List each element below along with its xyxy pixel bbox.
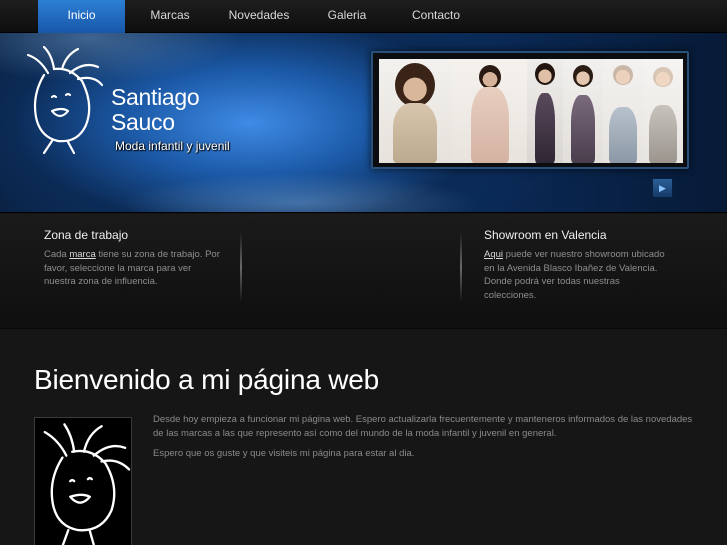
work-zone-title: Zona de trabajo: [44, 228, 129, 242]
brand-name-line1: Santiago: [111, 84, 200, 110]
gallery-photo[interactable]: [379, 59, 451, 163]
info-strip: Zona de trabajo Cada marca tiene su zona…: [0, 214, 727, 329]
gallery-slideshow[interactable]: [371, 51, 689, 169]
divider: [240, 232, 242, 302]
nav-item-marcas[interactable]: Marcas: [130, 0, 210, 33]
gallery-photos: [379, 59, 683, 163]
gallery-photo[interactable]: [603, 59, 643, 163]
portrait-image: [34, 417, 132, 545]
intro-paragraph-2: Espero que os guste y que visiteis mi pá…: [153, 448, 415, 459]
work-zone-text-before: Cada: [44, 249, 70, 260]
brand-name-line2: Sauco: [111, 109, 175, 135]
child-drawing-icon: [43, 423, 131, 545]
gallery-photo[interactable]: [527, 59, 563, 163]
showroom-text: Aqui puede ver nuestro showroom ubicado …: [484, 248, 666, 302]
work-zone-text: Cada marca tiene su zona de trabajo. Por…: [44, 248, 224, 289]
main-nav: Inicio Marcas Novedades Galeria Contacto: [0, 0, 727, 33]
gallery-photo[interactable]: [643, 59, 683, 163]
intro-text: Desde hoy empieza a funcionar mi página …: [153, 413, 698, 467]
light-streak: [120, 173, 480, 212]
gallery-photo[interactable]: [451, 59, 527, 163]
divider: [460, 232, 462, 302]
brand-tagline: Moda infantil y juvenil: [115, 139, 230, 153]
nav-item-inicio[interactable]: Inicio: [38, 0, 125, 33]
child-drawing-icon[interactable]: [22, 45, 104, 155]
nav-item-novedades[interactable]: Novedades: [215, 0, 303, 33]
nav-item-contacto[interactable]: Contacto: [390, 0, 482, 33]
showroom-text-after: puede ver nuestro showroom ubicado en la…: [484, 249, 665, 301]
nav-item-galeria[interactable]: Galeria: [310, 0, 384, 33]
intro-paragraph-1: Desde hoy empieza a funcionar mi página …: [153, 414, 693, 439]
aqui-link[interactable]: Aqui: [484, 249, 503, 260]
brand-name: Santiago Sauco: [111, 85, 251, 135]
header-banner: Santiago Sauco Moda infantil y juvenil ▶: [0, 33, 727, 213]
gallery-photo[interactable]: [563, 59, 603, 163]
marca-link[interactable]: marca: [69, 249, 95, 260]
page-title: Bienvenido a mi página web: [34, 364, 380, 395]
showroom-title: Showroom en Valencia: [484, 228, 607, 242]
play-icon[interactable]: ▶: [652, 178, 673, 198]
